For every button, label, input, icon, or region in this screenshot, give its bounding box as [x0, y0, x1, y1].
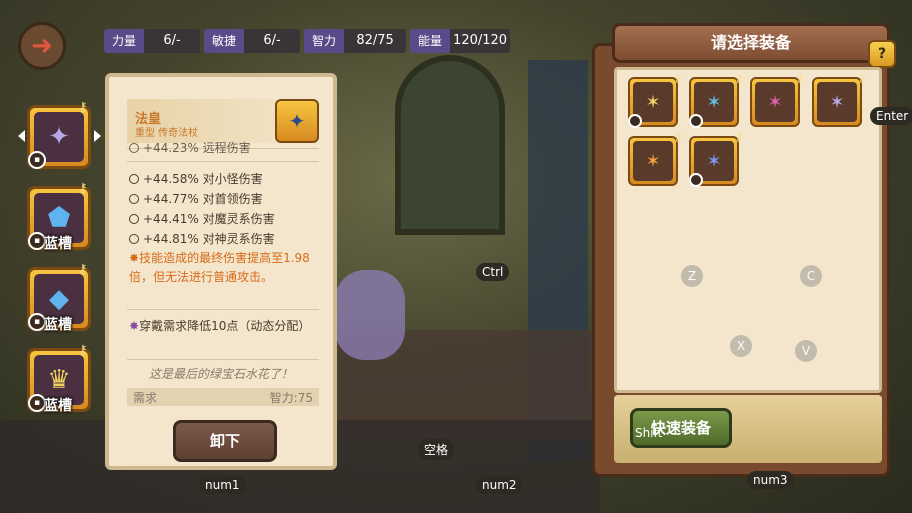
key-icon: ⚷	[78, 262, 88, 277]
hint-z: Z	[681, 265, 703, 287]
key-icon: ⚷	[795, 72, 804, 85]
back-arrow-icon: ➜	[31, 31, 53, 61]
hint-ctrl: Ctrl	[476, 263, 510, 281]
item-detail-panel: 法皇 重型 传奇法杖 ✦ +44.23% 远程伤害 +44.58% 对小怪伤害 …	[105, 73, 337, 470]
stat-line: +44.58% 对小怪伤害	[129, 170, 263, 187]
equipment-item[interactable]: ✶ ⚷	[628, 72, 682, 128]
equip-slot-staff[interactable]: ✦ ▪ ⚷	[27, 100, 91, 169]
hint-c: C	[800, 265, 822, 287]
requirement-bar: 需求 智力:75	[127, 388, 319, 406]
background-hero	[335, 270, 405, 360]
key-icon: ⚷	[734, 72, 743, 85]
staff-icon: ✶	[755, 82, 795, 122]
equip-slot-blue-2[interactable]: ◆ ▪ ⚷ 蓝槽	[27, 262, 91, 333]
panel-title: 请选择装备	[612, 23, 890, 63]
hint-enter: Enter	[870, 107, 912, 125]
equip-slot-blue-3[interactable]: ♛ ▪ ⚷ 蓝槽	[27, 343, 91, 414]
equipment-item[interactable]: ✶ ⚷	[628, 131, 682, 186]
hint-x: X	[730, 335, 752, 357]
stat-bar: 力量 6/- 敏捷 6/- 智力 82/75 能量 120/120	[104, 29, 514, 53]
stat-agility: 敏捷 6/-	[204, 29, 301, 53]
lock-icon	[628, 114, 642, 128]
lock-icon: ▪	[28, 151, 46, 169]
equipment-item[interactable]: ✶ ⚷	[689, 72, 743, 128]
unequip-button[interactable]: 卸下	[173, 420, 277, 462]
hint-shift: Shift	[635, 426, 663, 440]
selection-arrow-right	[94, 130, 101, 142]
divider	[127, 359, 319, 360]
hint-space: 空格	[418, 439, 455, 460]
selection-arrow-left	[18, 130, 25, 142]
hint-num2: num2	[476, 476, 523, 494]
key-icon: ⚷	[673, 72, 682, 85]
hint-num1: num1	[199, 476, 246, 494]
stat-line: +44.41% 对魔灵系伤害	[129, 210, 275, 227]
lock-icon	[689, 173, 703, 187]
back-button[interactable]: ➜	[18, 22, 66, 70]
stat-icon	[129, 194, 139, 204]
stat-energy: 能量 120/120	[410, 29, 511, 53]
item-subtitle: 重型 传奇法杖	[135, 128, 199, 139]
stat-line: +44.23% 远程伤害	[129, 139, 251, 156]
equipment-item[interactable]: ✶ ⚷	[812, 72, 866, 127]
help-button[interactable]: ?	[868, 40, 896, 68]
staff-icon: ✦	[275, 99, 319, 143]
stat-line: +44.77% 对首领伤害	[129, 190, 263, 207]
background-window	[395, 55, 505, 235]
stat-intelligence: 智力 82/75	[304, 29, 407, 53]
equipment-item[interactable]: ✶ ⚷	[750, 72, 804, 127]
equipment-item[interactable]: ✶ ⚷	[689, 131, 743, 187]
stat-icon	[129, 234, 139, 244]
divider	[127, 161, 319, 162]
key-icon: ⚷	[857, 72, 866, 85]
stat-icon	[129, 214, 139, 224]
key-icon: ⚷	[78, 100, 88, 115]
key-icon: ⚷	[734, 131, 743, 144]
requirement-note: ✸穿戴需求降低10点（动态分配）	[129, 319, 311, 333]
hint-num3: num3	[747, 471, 794, 489]
hint-v: V	[795, 340, 817, 362]
key-icon: ⚷	[78, 343, 88, 358]
key-icon: ⚷	[78, 181, 88, 196]
star-icon: ✸	[129, 319, 140, 333]
stat-strength: 力量 6/-	[104, 29, 201, 53]
flavor-text: 这是最后的绿宝石水花了！	[148, 367, 293, 381]
stat-line: +44.81% 对神灵系伤害	[129, 230, 275, 247]
star-icon: ✸	[129, 251, 140, 265]
staff-icon: ✶	[817, 82, 857, 122]
lock-icon	[689, 114, 703, 128]
skill-effect: ✸技能造成的最终伤害提高至1.98倍，但无法进行普通攻击。	[129, 251, 310, 284]
staff-icon: ✶	[633, 141, 673, 181]
stat-icon	[129, 143, 139, 153]
equip-slot-blue-1[interactable]: ⬟ ▪ ⚷ 蓝槽	[27, 181, 91, 252]
key-icon: ⚷	[673, 131, 682, 144]
stat-icon	[129, 174, 139, 184]
divider	[127, 309, 319, 310]
